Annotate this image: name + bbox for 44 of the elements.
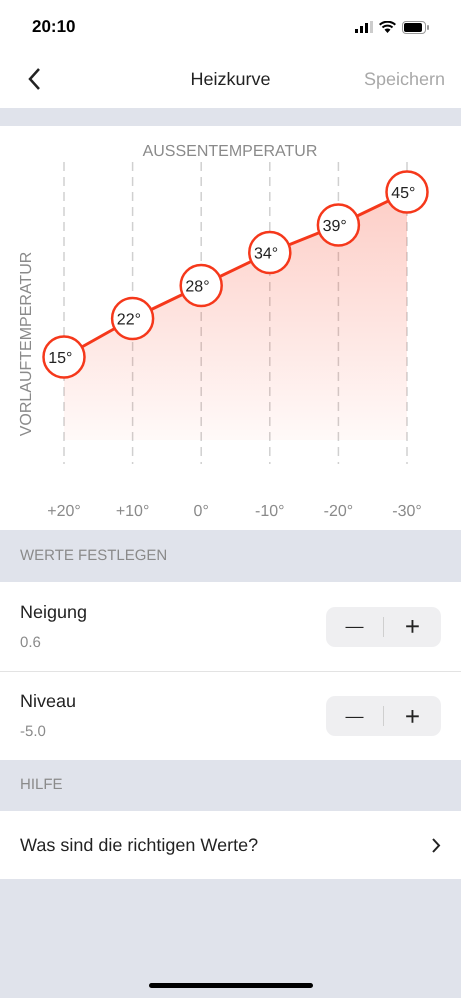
value-label: 15 xyxy=(48,350,66,367)
section-header: HILFE xyxy=(19,775,64,796)
signal-icon xyxy=(355,21,373,33)
data-point[interactable] xyxy=(42,335,86,379)
data-point[interactable] xyxy=(179,264,223,308)
value-label: 34 xyxy=(254,246,272,262)
setting-value: -5.0 xyxy=(20,722,47,742)
degree-sign: ° xyxy=(340,218,347,235)
degree-sign: ° xyxy=(203,278,210,296)
value-label: 22 xyxy=(116,312,135,328)
setting-label: Niveau xyxy=(20,690,76,714)
degree-sign: ° xyxy=(134,312,141,328)
decrement-button[interactable]: — xyxy=(326,696,383,736)
increment-button[interactable]: + xyxy=(384,696,441,736)
data-point[interactable] xyxy=(248,230,292,274)
value-label: 28 xyxy=(185,278,204,296)
x-axis-label: +10° xyxy=(116,503,150,520)
degree-sign: ° xyxy=(409,185,416,202)
x-axis-label: -30° xyxy=(392,503,422,520)
x-axis-label: -20° xyxy=(324,503,354,520)
value-label: 45 xyxy=(391,185,409,202)
data-point[interactable] xyxy=(110,296,154,340)
value-label: 39 xyxy=(322,218,340,235)
setting-value: 0.6 xyxy=(20,632,42,653)
x-axis-label: +20° xyxy=(47,503,81,520)
x-axis-label: 0° xyxy=(194,503,209,520)
data-point[interactable] xyxy=(385,170,429,214)
section-header: WERTE FESTLEGEN xyxy=(19,546,168,566)
status-time: 20:10 xyxy=(32,16,76,38)
decrement-button[interactable]: — xyxy=(326,606,383,646)
screen-title: Heizkurve xyxy=(190,68,271,90)
wifi-icon xyxy=(379,21,396,33)
degree-sign: ° xyxy=(66,350,72,367)
degree-sign: ° xyxy=(272,246,278,262)
increment-button[interactable]: + xyxy=(384,606,441,646)
battery-icon xyxy=(402,20,429,34)
chart-title: AUSSENTEMPERATUR xyxy=(142,143,318,160)
data-point[interactable] xyxy=(316,203,360,247)
help-link-row[interactable]: Was sind die richtigen Werte? xyxy=(0,811,461,879)
chevron-icon xyxy=(431,836,441,854)
x-axis-label: -10° xyxy=(255,503,285,520)
setting-label: Neigung xyxy=(20,600,88,624)
y-axis-label: VORLAUFTEMPERATUR xyxy=(18,252,35,436)
back-icon xyxy=(27,67,41,91)
